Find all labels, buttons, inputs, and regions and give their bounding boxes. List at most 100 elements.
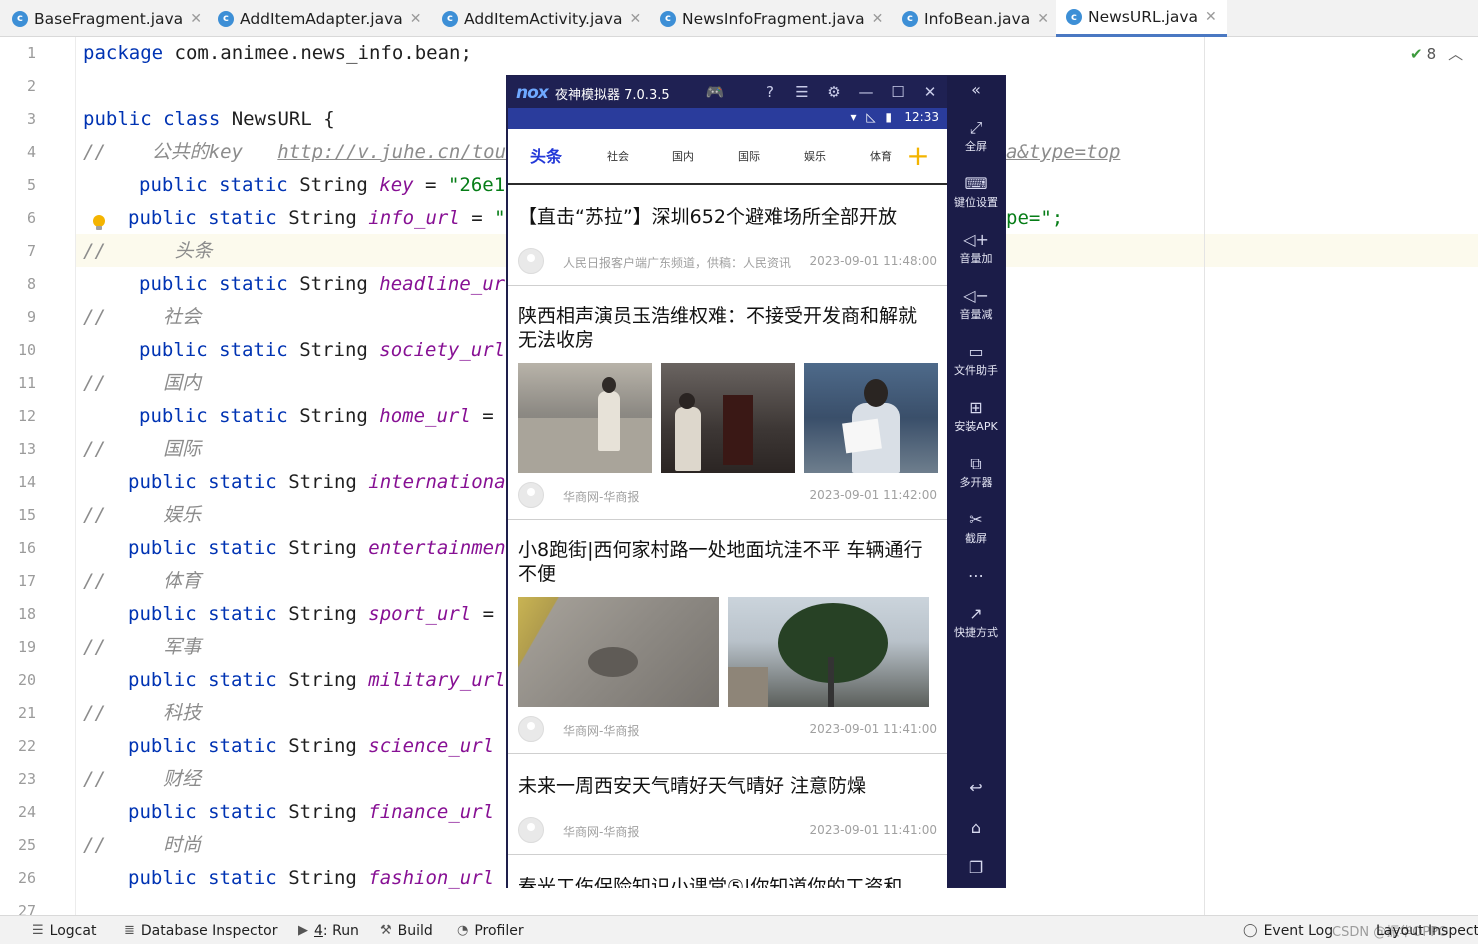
category-tab-headline[interactable]: 头条 xyxy=(530,129,562,185)
logcat-button[interactable]: ☰ Logcat xyxy=(32,916,96,944)
news-time: 2023-09-01 11:48:00 xyxy=(809,254,937,268)
multi-instance-button[interactable]: ⧉ 多开器 xyxy=(947,454,1005,490)
line-number: 21 xyxy=(17,704,36,722)
fullscreen-label: 全屏 xyxy=(965,140,987,153)
run-button[interactable]: ▶ 4: Run xyxy=(298,916,359,944)
tab-additemactivity[interactable]: c AddItemActivity.java ✕ xyxy=(442,0,641,37)
more-button[interactable]: ⋯ xyxy=(947,566,1005,588)
tab-label: NewsInfoFragment.java xyxy=(682,9,865,28)
news-item[interactable]: 陕西相声演员玉浩维权难：不接受开发商和解就无法收房 华商网-华商报 2023-0… xyxy=(508,286,947,520)
emulator-title-bar[interactable]: nox 夜神模拟器 7.0.3.5 🎮 ? ☰ ⚙ — ☐ ✕ xyxy=(507,76,947,108)
news-source: 华商网-华商报 xyxy=(563,724,640,738)
event-log-icon: ◯ xyxy=(1243,923,1258,938)
nox-logo: nox xyxy=(516,83,549,103)
code-line: public static String society_url xyxy=(139,339,506,361)
lightbulb-icon[interactable] xyxy=(92,214,106,232)
class-file-icon: c xyxy=(442,10,458,27)
close-icon[interactable]: ✕ xyxy=(410,11,422,27)
code-line: public static String info_url = "h xyxy=(128,207,517,229)
line-number: 1 xyxy=(26,44,36,62)
android-status-bar: ▾ ◺ ▮ 12:33 xyxy=(508,108,947,129)
news-thumbnail xyxy=(518,597,719,707)
line-number: 7 xyxy=(26,242,36,260)
tab-infobean[interactable]: c InfoBean.java ✕ xyxy=(902,0,1049,37)
close-icon[interactable]: ✕ xyxy=(1205,9,1217,25)
code-line: // 头条 xyxy=(83,240,213,262)
close-icon[interactable]: ✕ xyxy=(920,82,940,102)
code-line: // 社会 xyxy=(83,306,202,328)
line-number: 14 xyxy=(17,473,36,491)
recent-apps-button[interactable]: ❐ xyxy=(947,858,1005,880)
line-number: 9 xyxy=(26,308,36,326)
layout-inspector-button[interactable]: Layout Inspecto xyxy=(1376,916,1478,944)
avatar xyxy=(518,817,544,843)
category-tab-entertainment[interactable]: 娱乐 xyxy=(804,129,826,185)
back-button[interactable]: ↩ xyxy=(947,778,1005,800)
code-line: // 娱乐 xyxy=(83,504,202,526)
news-item[interactable]: 未来一周西安天气晴好天气晴好 注意防燥 华商网-华商报 2023-09-01 1… xyxy=(508,754,947,855)
maximize-icon[interactable]: ☐ xyxy=(888,82,908,102)
event-log-button[interactable]: ◯ Event Log xyxy=(1243,916,1333,944)
add-category-button[interactable]: + xyxy=(906,141,930,171)
category-tab-international[interactable]: 国际 xyxy=(738,129,760,185)
database-inspector-button[interactable]: ≣ Database Inspector xyxy=(124,916,277,944)
volume-down-button[interactable]: ◁− 音量减 xyxy=(947,286,1005,322)
line-number: 23 xyxy=(17,770,36,788)
news-title: 小8跑街|西何家村路一处地面坑洼不平 车辆通行不便 xyxy=(518,539,923,585)
category-tab-sports[interactable]: 体育 xyxy=(870,129,892,185)
profiler-label: Profiler xyxy=(474,922,524,939)
tab-basefragment[interactable]: c BaseFragment.java ✕ xyxy=(12,0,202,37)
volume-up-label: 音量加 xyxy=(959,252,993,265)
volume-down-icon: ◁− xyxy=(963,286,989,305)
file-assistant-button[interactable]: ▭ 文件助手 xyxy=(947,342,1005,378)
database-icon: ≣ xyxy=(124,923,135,938)
minimize-icon[interactable]: — xyxy=(856,82,876,102)
line-number: 22 xyxy=(17,737,36,755)
line-number: 26 xyxy=(17,869,36,887)
class-file-icon: c xyxy=(218,10,234,27)
code-line: public static String key = "26e18 xyxy=(139,174,517,196)
close-icon[interactable]: ✕ xyxy=(190,11,202,27)
menu-icon[interactable]: ☰ xyxy=(792,82,812,102)
home-button[interactable]: ⌂ xyxy=(947,818,1005,840)
fullscreen-button[interactable]: ⤢ 全屏 xyxy=(947,118,1005,154)
news-title: 未来一周西安天气晴好天气晴好 注意防燥 xyxy=(518,775,867,797)
line-number: 2 xyxy=(26,77,36,95)
category-tab-society[interactable]: 社会 xyxy=(607,129,629,185)
run-label-text: : Run xyxy=(322,922,359,939)
gear-icon[interactable]: ⚙ xyxy=(824,82,844,102)
build-button[interactable]: ⚒ Build xyxy=(380,916,433,944)
gamepad-icon[interactable]: 🎮 xyxy=(705,82,725,102)
emulator-sidebar: « ⤢ 全屏 ⌨ 键位设置 ◁+ 音量加 ◁− 音量减 ▭ 文件助手 ⊞ 安装A… xyxy=(947,76,1005,887)
layout-inspector-label: Layout Inspecto xyxy=(1376,922,1478,939)
logcat-label: Logcat xyxy=(49,922,97,939)
help-icon[interactable]: ? xyxy=(760,82,780,102)
close-icon[interactable]: ✕ xyxy=(1037,11,1049,27)
code-line: public static String science_url = xyxy=(128,735,517,757)
profiler-icon: ◔ xyxy=(457,923,469,938)
tab-newsurl[interactable]: c NewsURL.java ✕ xyxy=(1056,0,1227,37)
code-line: public class NewsURL { xyxy=(83,108,335,130)
shortcut-button[interactable]: ↗ 快捷方式 xyxy=(947,604,1005,640)
news-source: 华商网-华商报 xyxy=(563,490,640,504)
more-icon: ⋯ xyxy=(968,566,984,585)
key-mapping-label: 键位设置 xyxy=(954,196,998,209)
news-item[interactable]: 小8跑街|西何家村路一处地面坑洼不平 车辆通行不便 华商网-华商报 2023-0… xyxy=(508,520,947,754)
tab-label: AddItemActivity.java xyxy=(464,9,623,28)
collapse-sidebar-button[interactable]: « xyxy=(947,80,1005,102)
news-item[interactable]: 【直击“苏拉”】深圳652个避难场所全部开放 人民日报客户端广东频道，供稿：人民… xyxy=(508,187,947,286)
volume-down-label: 音量减 xyxy=(959,308,993,321)
volume-up-button[interactable]: ◁+ 音量加 xyxy=(947,230,1005,266)
code-line: public static String fashion_url = xyxy=(128,867,517,889)
tab-newsinfofragment[interactable]: c NewsInfoFragment.java ✕ xyxy=(660,0,883,37)
close-icon[interactable]: ✕ xyxy=(872,11,884,27)
screenshot-button[interactable]: ✂ 截屏 xyxy=(947,510,1005,546)
key-mapping-button[interactable]: ⌨ 键位设置 xyxy=(947,174,1005,210)
close-icon[interactable]: ✕ xyxy=(629,11,641,27)
install-apk-button[interactable]: ⊞ 安装APK xyxy=(947,398,1005,434)
news-item[interactable]: 春光工伤保险知识小课堂⑤|你知道你的工资和 xyxy=(508,855,947,888)
category-tab-domestic[interactable]: 国内 xyxy=(672,129,694,185)
profiler-button[interactable]: ◔ Profiler xyxy=(457,916,524,944)
tab-additemadapter[interactable]: c AddItemAdapter.java ✕ xyxy=(218,0,422,37)
news-thumbnail xyxy=(518,363,652,473)
